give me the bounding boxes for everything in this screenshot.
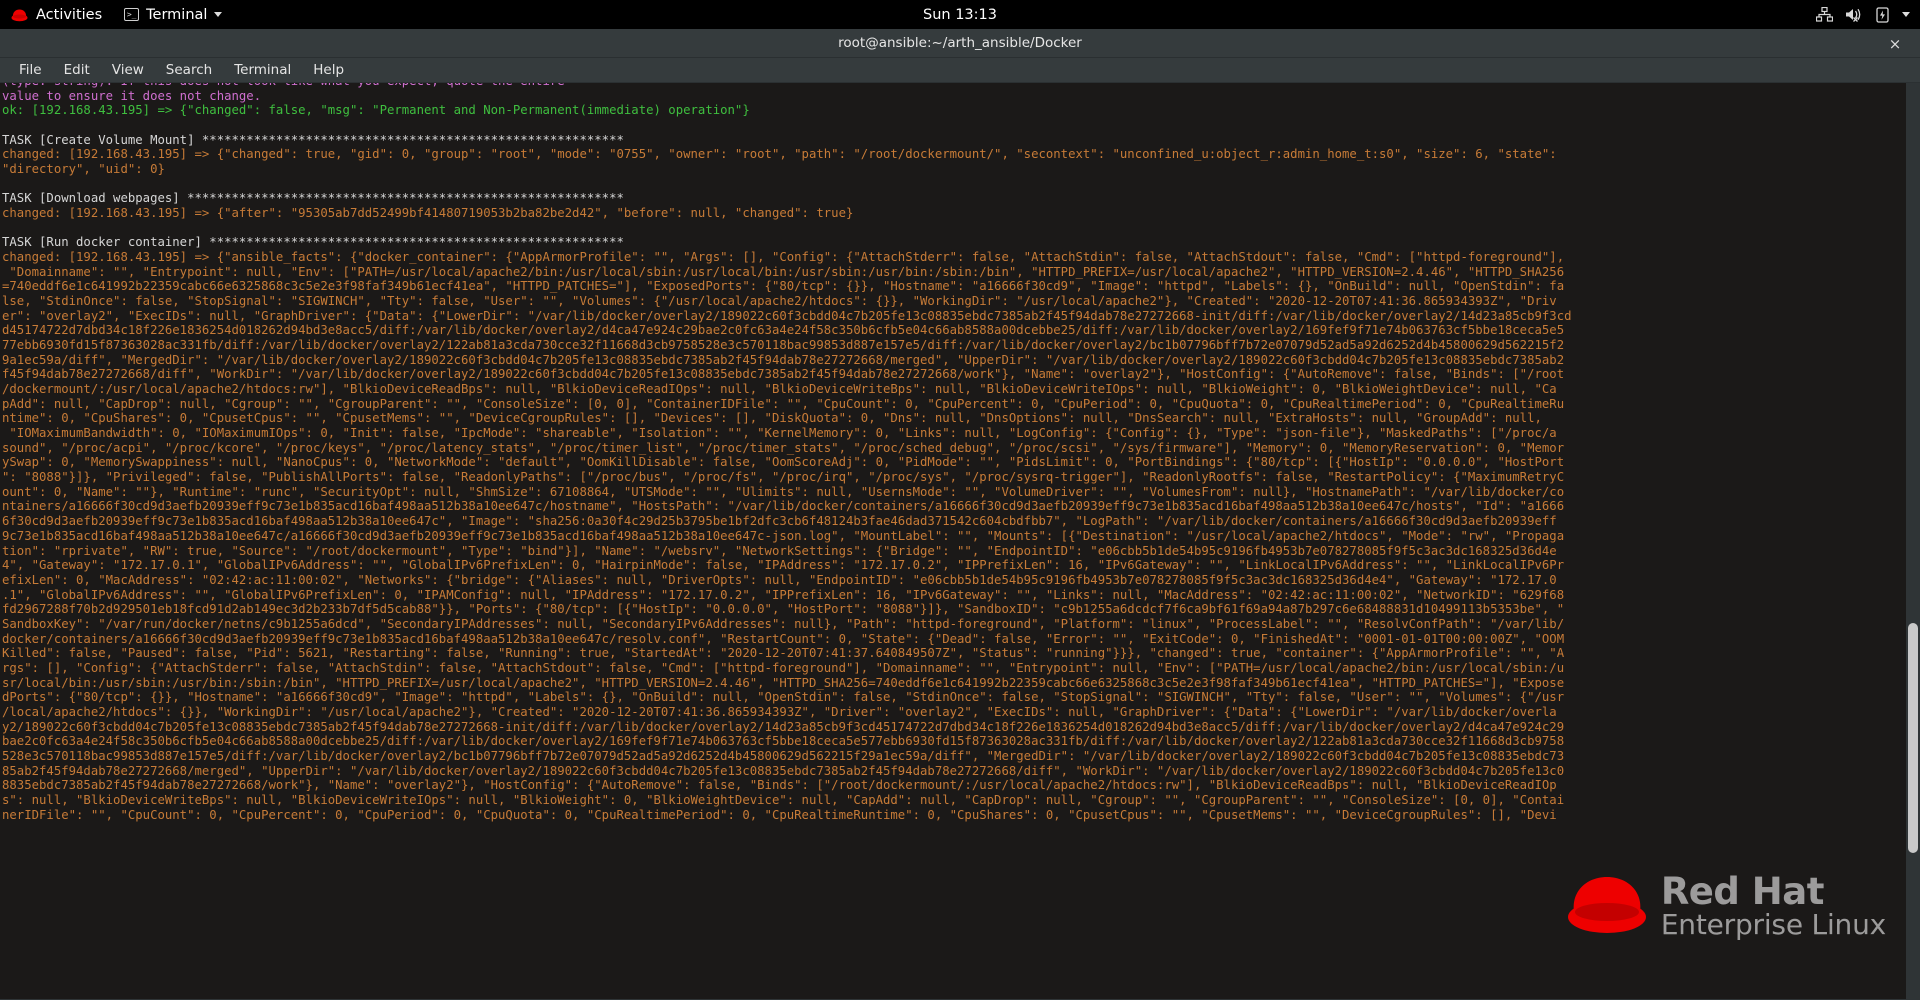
terminal-line: changed: [192.168.43.195] => {"changed":… bbox=[2, 147, 1557, 162]
terminal-line: ntime": 0, "CpuShares": 0, "CpusetCpus":… bbox=[2, 411, 1542, 426]
terminal-line: /dockermount/:/usr/local/apache2/htdocs:… bbox=[2, 382, 1557, 397]
activities-label: Activities bbox=[36, 6, 103, 23]
terminal-line: docker/containers/a16666f30cd9d3aefb2093… bbox=[2, 631, 1565, 646]
terminal-line: dPorts": {"80/tcp": {}}, "Hostname": "a1… bbox=[2, 690, 1565, 705]
terminal-line: efixLen": 0, "MacAddress": "02:42:ac:11:… bbox=[2, 572, 1557, 587]
window-title: root@ansible:~/arth_ansible/Docker bbox=[838, 35, 1082, 51]
volume-muted-icon bbox=[1845, 7, 1864, 22]
window-titlebar: root@ansible:~/arth_ansible/Docker × bbox=[0, 29, 1920, 58]
menu-item-file[interactable]: File bbox=[8, 60, 53, 80]
clock[interactable]: Sun 13:13 bbox=[0, 7, 1920, 23]
terminal-line: pAdd": null, "CapDrop": null, "Cgroup": … bbox=[2, 396, 1565, 411]
terminal-output: (type: string). If this does not look li… bbox=[0, 83, 1900, 822]
terminal-line: nerIDFile": "", "CpuCount": 0, "CpuPerce… bbox=[2, 807, 1557, 822]
redhat-watermark: Red Hat Enterprise Linux bbox=[1561, 871, 1886, 941]
terminal-line: fd2967288f70b2d929501eb18fcd91d2ab149ec3… bbox=[2, 602, 1565, 617]
terminal-line: 77ebb6930fd15f87363028ac331fb/diff:/var/… bbox=[2, 338, 1565, 353]
terminal-window: root@ansible:~/arth_ansible/Docker × Fil… bbox=[0, 29, 1920, 1000]
terminal-line: sr/local/bin:/usr/sbin:/usr/bin:/sbin:/b… bbox=[2, 675, 1565, 690]
terminal-line: TASK [Download webpages] ***************… bbox=[2, 191, 624, 206]
terminal-line: 9c73e1b835acd16baf498aa512b38a10ee647c/a… bbox=[2, 528, 1565, 543]
terminal-line: er": "overlay2", "ExecIDs": null, "Graph… bbox=[2, 308, 1572, 323]
terminal-icon: >_ bbox=[124, 8, 140, 21]
terminal-line: TASK [Run docker container] ************… bbox=[2, 235, 624, 250]
terminal-line: 4", "Gateway": "172.17.0.1", "GlobalIPv6… bbox=[2, 558, 1565, 573]
terminal-line: /local/apache2/htdocs": {}}, "WorkingDir… bbox=[2, 704, 1557, 719]
terminal-line: value to ensure it does not change. bbox=[2, 88, 262, 103]
terminal-line: 8835ebdc7385ab2f45f94dab78e27272668/work… bbox=[2, 778, 1557, 793]
redhat-watermark-text: Red Hat Enterprise Linux bbox=[1661, 873, 1886, 939]
terminal-line: ount": 0, "Name": ""}, "Runtime": "runc"… bbox=[2, 484, 1565, 499]
menubar: File Edit View Search Terminal Help bbox=[0, 58, 1920, 83]
terminal-line: 528e3c570118bac99853d887e157e5/diff:/var… bbox=[2, 748, 1565, 763]
terminal-line: tion": "rprivate", "RW": true, "Source":… bbox=[2, 543, 1557, 558]
terminal-line: rgs": [], "Config": {"AttachStderr": fal… bbox=[2, 660, 1565, 675]
scrollbar-thumb[interactable] bbox=[1908, 623, 1918, 853]
terminal-line: "Domainname": "", "Entrypoint": null, "E… bbox=[2, 264, 1565, 279]
terminal-line: ntainers/a16666f30cd9d3aefb20939eff9c73e… bbox=[2, 499, 1565, 514]
terminal-line: Killed": false, "Paused": false, "Pid": … bbox=[2, 646, 1565, 661]
terminal-line: SandboxKey": "/var/run/docker/netns/c9b1… bbox=[2, 616, 1565, 631]
chevron-down-icon bbox=[214, 12, 223, 17]
terminal-line: lse, "StdinOnce": false, "StopSignal": "… bbox=[2, 294, 1557, 309]
terminal-line: .1", "GlobalIPv6Address": "", "GlobalIPv… bbox=[2, 587, 1565, 602]
menu-item-terminal[interactable]: Terminal bbox=[223, 60, 302, 80]
terminal-line: s": null, "BlkioDeviceWriteBps": null, "… bbox=[2, 792, 1565, 807]
terminal-line: 6f30cd9d3aefb20939eff9c73e1b835acd16baf4… bbox=[2, 514, 1557, 529]
system-status-area[interactable] bbox=[1816, 0, 1910, 29]
scrollbar-track[interactable] bbox=[1906, 83, 1920, 999]
terminal-line: ": "8088"}]}, "Privileged": false, "Publ… bbox=[2, 470, 1565, 485]
menu-item-edit[interactable]: Edit bbox=[53, 60, 101, 80]
terminal-line: sound", "/proc/acpi", "/proc/kcore", "/p… bbox=[2, 440, 1565, 455]
terminal-line: "directory", "uid": 0} bbox=[2, 162, 165, 177]
app-menu-label: Terminal bbox=[146, 6, 208, 23]
close-icon[interactable]: × bbox=[1884, 29, 1906, 58]
system-menu-chevron-icon[interactable] bbox=[1902, 12, 1910, 17]
menu-item-view[interactable]: View bbox=[101, 60, 155, 80]
terminal-line: ySwap": 0, "MemorySwappiness": null, "Na… bbox=[2, 455, 1565, 470]
redhat-logo-icon bbox=[10, 8, 29, 22]
app-menu-button[interactable]: >_ Terminal bbox=[114, 0, 232, 29]
menu-item-help[interactable]: Help bbox=[302, 60, 355, 80]
terminal-line: "IOMaximumBandwidth": 0, "IOMaximumIOps"… bbox=[2, 426, 1557, 441]
gnome-top-bar: Activities >_ Terminal Sun 13:13 bbox=[0, 0, 1920, 29]
terminal-line: TASK [Create Volume Mount] *************… bbox=[2, 132, 624, 147]
terminal-line: f45f94dab78e27272668/diff", "WorkDir": "… bbox=[2, 367, 1565, 382]
terminal-line: 85ab2f45f94dab78e27272668/merged", "Uppe… bbox=[2, 763, 1565, 778]
battery-icon bbox=[1876, 6, 1890, 23]
terminal-viewport[interactable]: (type: string). If this does not look li… bbox=[0, 83, 1920, 999]
terminal-line: d45174722d7dbd34c18f226e1836254d018262d9… bbox=[2, 323, 1565, 338]
terminal-line: bae2c0fc63a4e24f58c350b6cfb5e04c66ab8588… bbox=[2, 734, 1565, 749]
terminal-line: y2/189022c60f3cbdd04c7b205fe13c08835ebdc… bbox=[2, 719, 1565, 734]
network-icon bbox=[1816, 7, 1833, 22]
terminal-line: changed: [192.168.43.195] => {"ansible_f… bbox=[2, 250, 1565, 265]
watermark-line-2: Enterprise Linux bbox=[1660, 907, 1886, 941]
redhat-fedora-logo-icon bbox=[1561, 871, 1653, 941]
terminal-line: changed: [192.168.43.195] => {"after": "… bbox=[2, 206, 854, 221]
terminal-line: 9a1ec59a/diff", "MergedDir": "/var/lib/d… bbox=[2, 352, 1565, 367]
menu-item-search[interactable]: Search bbox=[155, 60, 223, 80]
terminal-line: =740eddf6e1c641992b22359cabc66e6325868c3… bbox=[2, 279, 1565, 294]
terminal-line: ok: [192.168.43.195] => {"changed": fals… bbox=[2, 103, 750, 118]
watermark-line-1: Red Hat bbox=[1660, 869, 1825, 913]
activities-button[interactable]: Activities bbox=[0, 0, 114, 29]
